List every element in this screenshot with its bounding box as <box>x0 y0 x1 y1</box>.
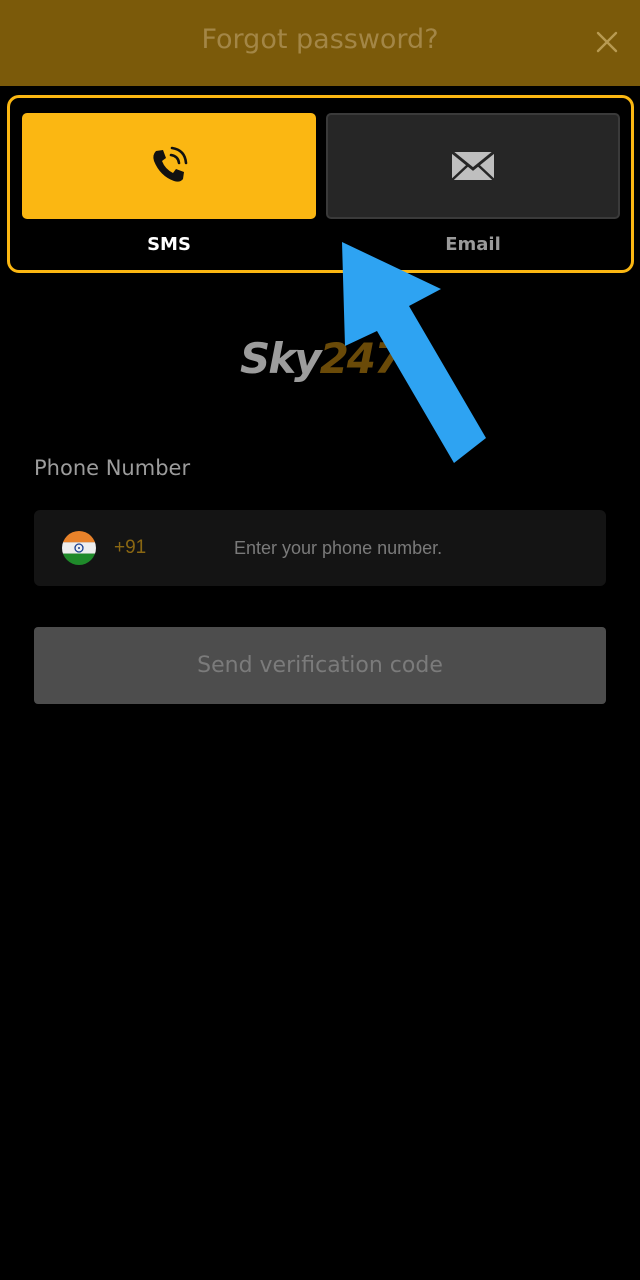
pointer-arrow-icon <box>342 242 486 463</box>
